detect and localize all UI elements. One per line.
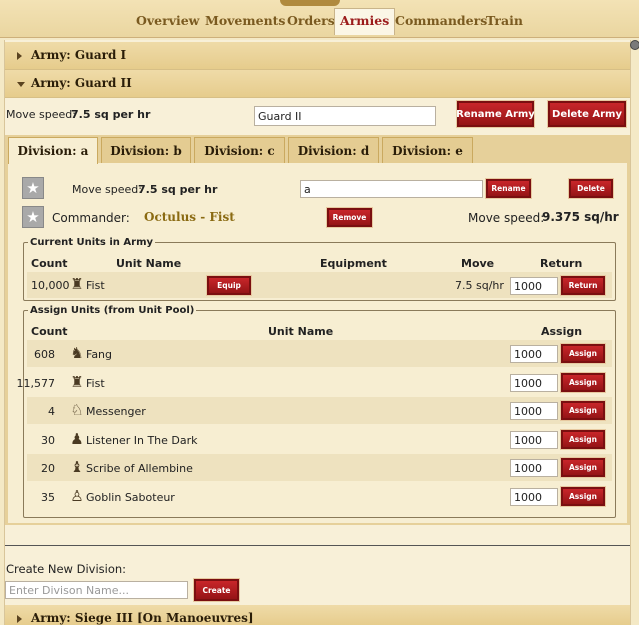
assign-button[interactable]: Assign: [561, 487, 605, 506]
commander-label: Commander:: [52, 211, 130, 225]
divider: [5, 545, 630, 546]
nav-ornament: [280, 0, 340, 6]
unit-count: 20: [41, 462, 55, 475]
star-icon[interactable]: ★: [22, 206, 44, 228]
tab-division-a[interactable]: Division: a: [8, 137, 98, 164]
star-icon[interactable]: ★: [22, 177, 44, 199]
delete-division-button[interactable]: Delete: [569, 179, 613, 198]
scroll-handle[interactable]: [630, 40, 639, 50]
create-division-label: Create New Division:: [6, 562, 127, 576]
rename-army-button[interactable]: Rename Army: [456, 101, 535, 127]
unit-name: Fist: [86, 279, 105, 292]
commander-speed-label: Move speed:: [468, 211, 545, 225]
army-header-siege-iii[interactable]: Army: Siege III [On Manoeuvres]: [5, 605, 630, 625]
assign-button[interactable]: Assign: [561, 458, 605, 477]
tab-overview[interactable]: Overview: [134, 12, 201, 34]
division-name-input[interactable]: [300, 180, 483, 198]
scribe-unit-icon: ♝: [70, 458, 84, 476]
unit-count: 608: [34, 348, 55, 361]
tab-commanders[interactable]: Commanders: [393, 12, 489, 34]
army-title: Army: Siege III [On Manoeuvres]: [31, 611, 254, 625]
unit-name: Scribe of Allembine: [86, 462, 193, 475]
fist-unit-icon: ♜: [70, 275, 84, 293]
messenger-unit-icon: ♘: [70, 401, 84, 419]
column-header-return: Return: [540, 257, 583, 270]
assign-quantity-input[interactable]: [510, 402, 558, 420]
assign-button[interactable]: Assign: [561, 430, 605, 449]
equip-button[interactable]: Equip: [207, 276, 251, 295]
listener-unit-icon: ♟: [70, 430, 84, 448]
army-move-speed-label: Move speed:: [6, 108, 76, 121]
unit-count: 30: [41, 434, 55, 447]
assign-quantity-input[interactable]: [510, 459, 558, 477]
assign-quantity-input[interactable]: [510, 488, 558, 506]
assign-quantity-input[interactable]: [510, 345, 558, 363]
goblin-unit-icon: ♙: [70, 487, 84, 505]
current-units-legend: Current Units in Army: [30, 237, 154, 248]
army-name-input[interactable]: [254, 106, 436, 126]
tab-division-c[interactable]: Division: c: [194, 137, 285, 163]
expand-arrow-icon: [17, 615, 22, 623]
division-move-speed-label: Move speed:: [72, 183, 142, 196]
army-title: Army: Guard I: [31, 48, 127, 62]
collapse-arrow-icon: [17, 82, 25, 87]
army-header-guard-i[interactable]: Army: Guard I: [5, 42, 630, 70]
tab-movements[interactable]: Movements: [203, 12, 287, 34]
column-header-count: Count: [31, 257, 68, 270]
tab-division-d[interactable]: Division: d: [288, 137, 379, 163]
delete-army-button[interactable]: Delete Army: [548, 101, 626, 127]
assign-button[interactable]: Assign: [561, 401, 605, 420]
tab-division-b[interactable]: Division: b: [101, 137, 191, 163]
expand-arrow-icon: [17, 52, 22, 60]
unit-count: 10,000: [31, 279, 70, 292]
column-header-count: Count: [31, 325, 68, 338]
fang-unit-icon: ♞: [70, 344, 84, 362]
remove-commander-button[interactable]: Remove: [327, 208, 372, 227]
unit-move-speed: 7.5 sq/hr: [455, 279, 504, 292]
rename-division-button[interactable]: Rename: [486, 179, 531, 198]
column-header-equipment: Equipment: [320, 257, 387, 270]
fist-unit-icon: ♜: [70, 373, 84, 391]
column-header-unit-name: Unit Name: [268, 325, 334, 338]
column-header-move: Move: [461, 257, 495, 270]
division-move-speed-value: 7.5 sq per hr: [138, 183, 218, 196]
assign-quantity-input[interactable]: [510, 374, 558, 392]
unit-count: 11,577: [16, 377, 56, 390]
unit-name: Messenger: [86, 405, 146, 418]
tab-armies[interactable]: Armies: [334, 8, 396, 35]
tab-division-e[interactable]: Division: e: [382, 137, 473, 163]
unit-name: Listener In The Dark: [86, 434, 198, 447]
unit-count: 4: [48, 405, 55, 418]
unit-count: 35: [41, 491, 55, 504]
commander-name[interactable]: Octulus - Fist: [144, 210, 235, 224]
column-header-unit-name: Unit Name: [116, 257, 182, 270]
unit-name: Fist: [86, 377, 105, 390]
army-header-guard-ii[interactable]: Army: Guard II: [5, 70, 630, 98]
unit-name: Goblin Saboteur: [86, 491, 175, 504]
army-move-speed-value: 7.5 sq per hr: [71, 108, 151, 121]
assign-button[interactable]: Assign: [561, 373, 605, 392]
create-division-button[interactable]: Create: [194, 579, 239, 601]
tab-orders[interactable]: Orders: [285, 12, 337, 34]
column-header-assign: Assign: [541, 325, 583, 338]
tab-train[interactable]: Train: [484, 12, 525, 34]
assign-button[interactable]: Assign: [561, 344, 605, 363]
return-quantity-input[interactable]: [510, 277, 558, 295]
return-button[interactable]: Return: [561, 276, 605, 295]
commander-speed-value: 9.375 sq/hr: [542, 210, 619, 224]
new-division-name-input[interactable]: [5, 581, 188, 599]
unit-name: Fang: [86, 348, 113, 361]
assign-units-legend: Assign Units (from Unit Pool): [30, 305, 195, 316]
army-title: Army: Guard II: [31, 76, 132, 90]
assign-quantity-input[interactable]: [510, 431, 558, 449]
